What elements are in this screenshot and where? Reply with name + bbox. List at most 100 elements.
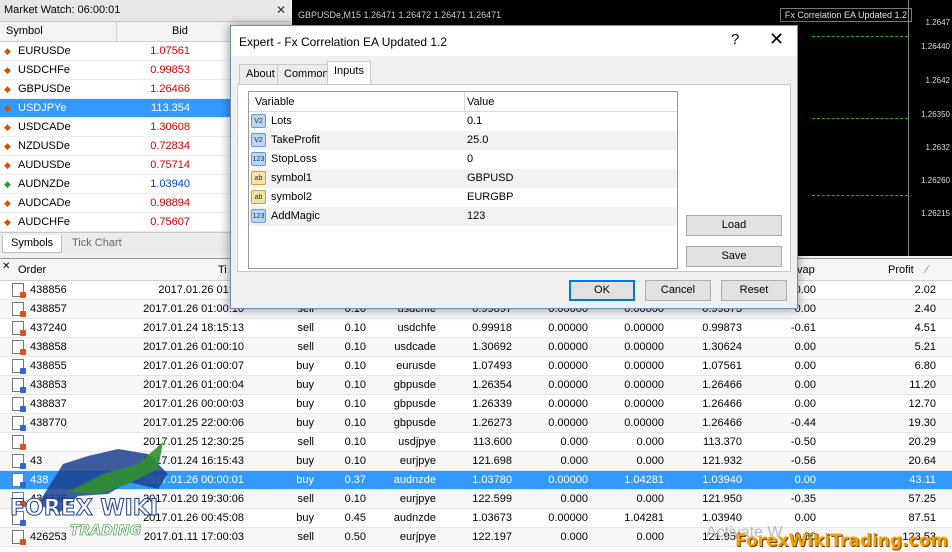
order-row[interactable]: 438770 2017.01.25 22:00:06 buy 0.10 gbpusde 1… [0, 414, 952, 433]
cell-profit: 2.40 [914, 303, 936, 315]
logo-subtext: TRADING [70, 523, 142, 540]
tab-tick-chart[interactable]: Tick Chart [64, 235, 130, 253]
cell-time: 2017.01.25 22:00:06 [143, 417, 244, 429]
grid-header: Variable Value [249, 92, 677, 112]
cell-size: 0.50 [344, 531, 366, 543]
cell-sl: 0.00000 [548, 512, 588, 524]
cell-size: 0.10 [344, 455, 366, 467]
input-value[interactable]: GBPUSD [467, 172, 513, 184]
cell-swap: -0.50 [790, 436, 816, 448]
cell-symbol: usdjpye [398, 436, 436, 448]
cell-symbol: eurjpye [399, 493, 436, 505]
cell-time: 2017.01.26 01:00:10 [143, 341, 244, 353]
cell-size: 0.10 [344, 341, 366, 353]
load-button[interactable]: Load [686, 215, 782, 236]
cell-size: 0.45 [344, 512, 366, 524]
input-value[interactable]: 123 [467, 210, 485, 222]
tab-about[interactable]: About [239, 64, 282, 84]
cell-sl: 0.000 [560, 455, 588, 467]
column-header-time[interactable]: Ti [218, 264, 227, 276]
cell-time: 2017.01.26 01:00:10 [143, 303, 244, 315]
cell-price: 113.600 [473, 436, 512, 448]
type-icon: ab [251, 190, 266, 204]
price-label: 1.26260 [921, 176, 950, 185]
cell-size: 0.10 [344, 417, 366, 429]
order-icon [12, 302, 26, 317]
cell-swap: -0.44 [790, 417, 816, 429]
input-row[interactable]: 123 AddMagic 123 [249, 207, 677, 226]
order-icon [12, 359, 26, 374]
column-header-bid[interactable]: Bid [172, 25, 188, 37]
cancel-button[interactable]: Cancel [645, 280, 711, 301]
input-row[interactable]: 123 StopLoss 0 [249, 150, 677, 169]
type-icon: 123 [251, 152, 266, 166]
input-row[interactable]: ab symbol2 EURGBP [249, 188, 677, 207]
cell-symbol: usdchfe [397, 322, 436, 334]
input-variable: StopLoss [271, 153, 317, 165]
cell-price: 1.07493 [472, 360, 512, 372]
grid-header-variable: Variable [255, 96, 295, 108]
ok-button[interactable]: OK [569, 280, 635, 301]
order-row[interactable]: 438855 2017.01.26 01:00:07 buy 0.10 eurusde 1… [0, 357, 952, 376]
column-header-symbol[interactable]: Symbol [6, 25, 43, 37]
bid-price: 0.75714 [150, 159, 190, 171]
symbol-name: USDJPYe [18, 102, 67, 114]
input-row[interactable]: ab symbol1 GBPUSD [249, 169, 677, 188]
order-row[interactable]: 437240 2017.01.24 18:15:13 sell 0.10 usdchfe… [0, 319, 952, 338]
chart-ea-label: Fx Correlation EA Updated 1.2 [779, 8, 912, 22]
help-button[interactable]: ? [731, 31, 739, 48]
cell-price: 121.698 [472, 455, 512, 467]
order-row[interactable]: 438853 2017.01.26 01:00:04 buy 0.10 gbpusde 1… [0, 376, 952, 395]
symbol-name: GBPUSDe [18, 83, 71, 95]
input-row[interactable]: V2 Lots 0.1 [249, 112, 677, 131]
cell-time: 2017.01.26 00:00:03 [143, 398, 244, 410]
cell-type: buy [296, 512, 314, 524]
cell-profit: 2.02 [914, 284, 936, 296]
cell-order: 438855 [30, 360, 67, 372]
cell-price: 1.26354 [472, 379, 512, 391]
cell-swap: 0.00 [794, 360, 816, 372]
input-variable: Lots [271, 115, 292, 127]
bid-price: 113.354 [151, 102, 190, 114]
close-button[interactable]: ✕ [769, 29, 784, 50]
cell-profit: 57.25 [908, 493, 936, 505]
order-row[interactable]: 438858 2017.01.26 01:00:10 sell 0.10 usdcade… [0, 338, 952, 357]
cell-symbol: gbpusde [393, 417, 436, 429]
price-label: 1.26215 [921, 209, 950, 218]
cell-tp: 0.00000 [624, 417, 664, 429]
cell-size: 0.10 [344, 436, 366, 448]
tab-symbols[interactable]: Symbols [2, 235, 63, 253]
close-icon[interactable]: ✕ [276, 3, 286, 17]
tab-inputs[interactable]: Inputs [327, 61, 371, 85]
type-icon: 123 [251, 209, 266, 223]
input-row[interactable]: V2 TakeProfit 25.0 [249, 131, 677, 150]
column-header-swap[interactable]: vap [797, 264, 815, 276]
cell-order: 438857 [30, 303, 67, 315]
cell-time: 2017.01.26 01:00 [158, 284, 244, 296]
chart-level-line [812, 195, 908, 196]
down-arrow-icon: ◆ [4, 160, 11, 170]
input-variable: AddMagic [271, 210, 320, 222]
up-arrow-icon: ◆ [4, 179, 11, 189]
chart-title: GBPUSDe,M15 1.26471 1.26472 1.26471 1.26… [298, 10, 502, 20]
cell-type: buy [296, 455, 314, 467]
reset-button[interactable]: Reset [721, 280, 787, 301]
bid-price: 0.72834 [150, 140, 190, 152]
bid-price: 1.26466 [150, 83, 190, 95]
sort-icon[interactable]: ⁄ [926, 264, 928, 276]
order-row[interactable]: 438837 2017.01.26 00:00:03 buy 0.10 gbpusde 1… [0, 395, 952, 414]
input-value[interactable]: 25.0 [467, 134, 488, 146]
column-header-order[interactable]: Order [18, 264, 46, 276]
type-icon: ab [251, 171, 266, 185]
cell-price: 0.99918 [472, 322, 512, 334]
bid-price: 0.98894 [150, 197, 190, 209]
cell-swap: 0.00 [794, 512, 816, 524]
save-button[interactable]: Save [686, 246, 782, 267]
column-header-profit[interactable]: Profit [888, 264, 914, 276]
input-value[interactable]: 0 [467, 153, 473, 165]
input-value[interactable]: EURGBP [467, 191, 513, 203]
cell-order: 438837 [30, 398, 67, 410]
close-icon[interactable]: ✕ [2, 261, 10, 272]
inputs-grid: Variable Value V2 Lots 0.1 V2 TakeProfit 25.0… [248, 91, 678, 269]
input-value[interactable]: 0.1 [467, 115, 482, 127]
